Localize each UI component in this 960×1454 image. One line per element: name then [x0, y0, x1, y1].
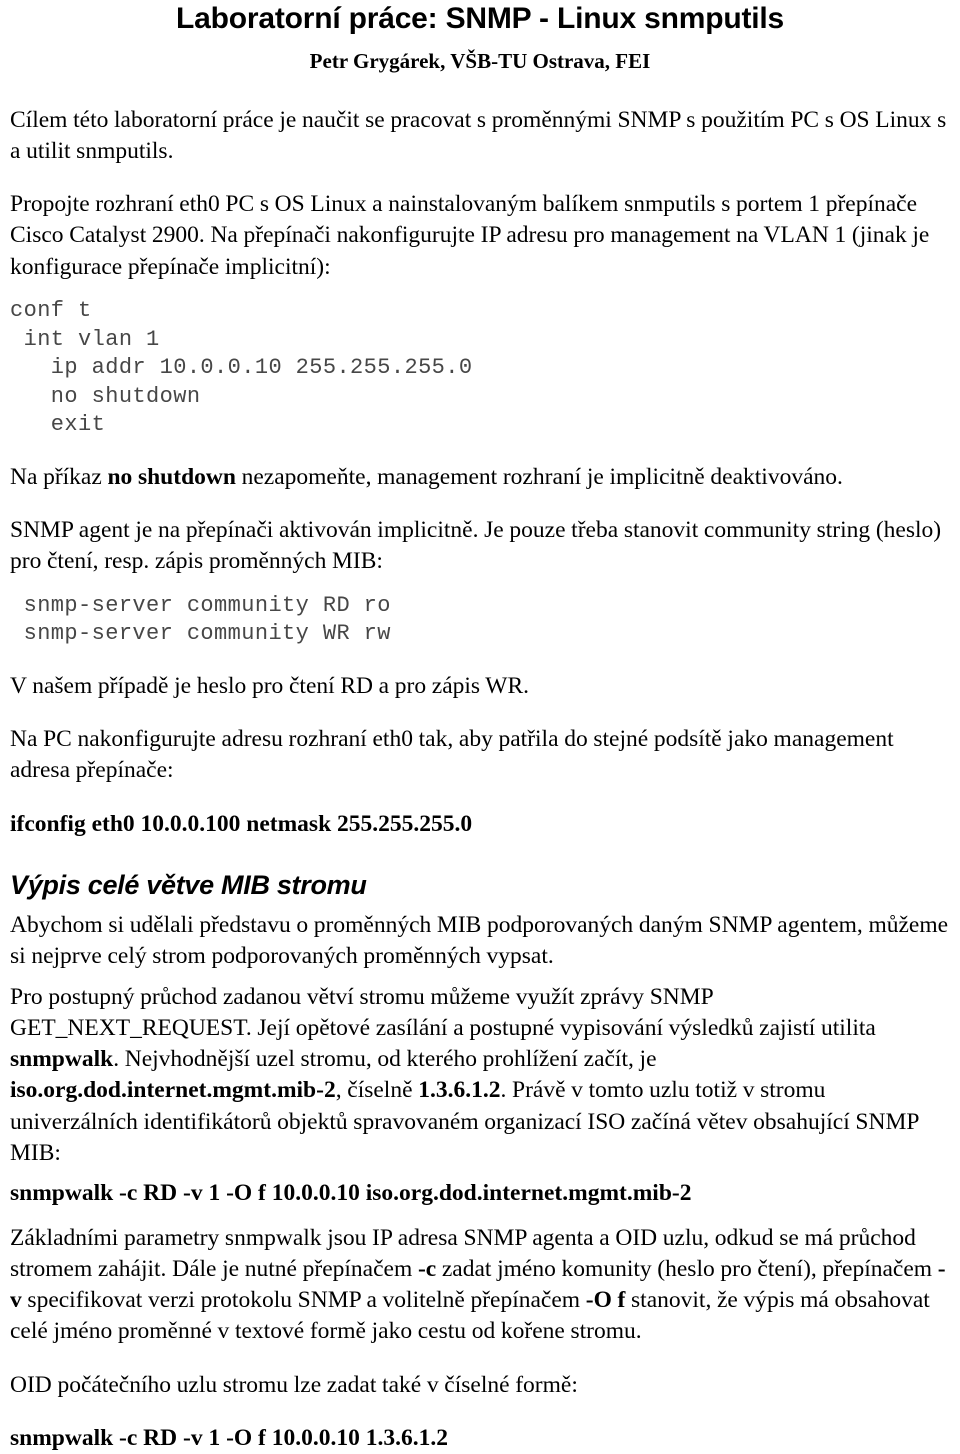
pc-config-paragraph: Na PC nakonfigurujte adresu rozhraní eth… — [10, 726, 894, 784]
mib-intro-paragraph: Abychom si udělali představu o proměnnýc… — [10, 912, 949, 970]
no-shutdown-note: Na příkaz no shutdown nezapomeňte, manag… — [10, 462, 950, 493]
document-author: Petr Grygárek, VŠB-TU Ostrava, FEI — [309, 48, 651, 73]
switch-config-code-block: conf t int vlan 1 ip addr 10.0.0.10 255.… — [10, 297, 473, 438]
setup-paragraph: Propojte rozhraní eth0 PC s OS Linux a n… — [10, 191, 930, 280]
community-paragraph: SNMP agent je na přepínači aktivován imp… — [10, 517, 942, 575]
section-heading-mib-walk: Výpis celé větve MIB stromu — [10, 870, 367, 901]
snmpwalk-parameters-paragraph: Základními parametry snmpwalk jsou IP ad… — [10, 1223, 950, 1348]
numeric-oid-paragraph: OID počátečního uzlu stromu lze zadat ta… — [10, 1371, 578, 1398]
document-body: Laboratorní práce: SNMP - Linux snmputil… — [0, 0, 960, 1454]
mib-getnext-text-3: , číselně — [335, 1077, 419, 1104]
option-c-flag: -c — [417, 1255, 437, 1282]
page-title: Laboratorní práce: SNMP - Linux snmputil… — [176, 2, 784, 35]
option-of-flag: -O f — [585, 1287, 626, 1314]
snmpwalk-params-text-2: zadat jméno komunity (heslo pro čtení), … — [436, 1255, 938, 1282]
snmpwalk-command-symbolic: snmpwalk -c RD -v 1 -O f 10.0.0.10 iso.o… — [10, 1180, 692, 1207]
snmpwalk-command-numeric: snmpwalk -c RD -v 1 -O f 10.0.0.10 1.3.6… — [10, 1424, 449, 1451]
mib2-oid-name: iso.org.dod.internet.mgmt.mib-2 — [10, 1077, 336, 1104]
no-shutdown-command: no shutdown — [107, 463, 236, 490]
mib-getnext-text-1: Pro postupný průchod zadanou větví strom… — [10, 983, 876, 1041]
intro-paragraph: Cílem této laboratorní práce je naučit s… — [10, 106, 947, 164]
snmpwalk-utility-name: snmpwalk — [10, 1046, 114, 1073]
no-shutdown-note-suffix: nezapomeňte, management rozhraní je impl… — [235, 463, 843, 490]
snmp-server-code-block: snmp-server community RD ro snmp-server … — [23, 592, 391, 647]
mib2-oid-numeric: 1.3.6.1.2 — [418, 1077, 501, 1104]
mib-getnext-paragraph: Pro postupný průchod zadanou větví strom… — [10, 982, 950, 1170]
snmpwalk-params-text-3: specifikovat verzi protokolu SNMP a voli… — [21, 1287, 586, 1314]
document-page: Laboratorní práce: SNMP - Linux snmputil… — [0, 0, 960, 1451]
no-shutdown-note-prefix: Na příkaz — [10, 463, 108, 490]
community-note: V našem případě je heslo pro čtení RD a … — [10, 672, 530, 699]
ifconfig-command: ifconfig eth0 10.0.0.100 netmask 255.255… — [10, 810, 473, 837]
mib-getnext-text-2: . Nejvhodnější uzel stromu, od kterého p… — [113, 1046, 657, 1073]
